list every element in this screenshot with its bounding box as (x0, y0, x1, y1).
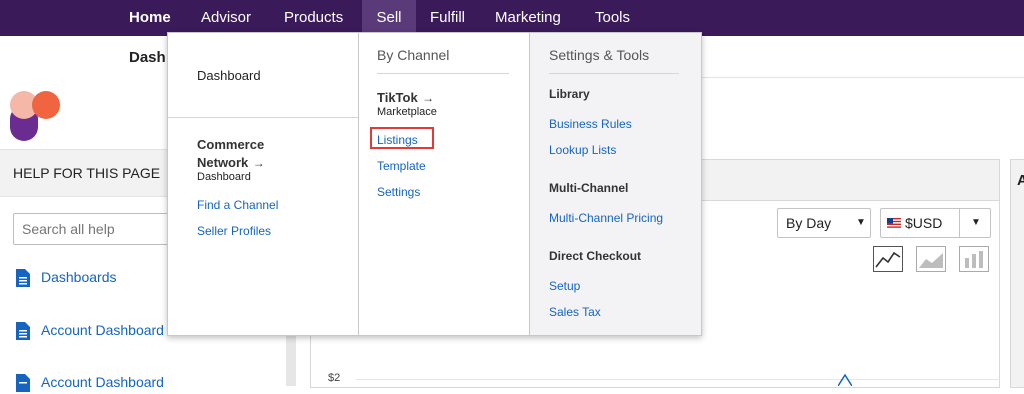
menu-divider (549, 73, 679, 74)
menu-business-rules-link[interactable]: Business Rules (549, 117, 632, 131)
document-icon (16, 322, 30, 340)
chart-y-tick-label: $2 (328, 372, 341, 384)
menu-divider (377, 73, 509, 74)
period-select-value: By Day (786, 215, 832, 231)
bar-chart-icon[interactable] (959, 246, 989, 272)
currency-select[interactable]: $USD ▼ (880, 208, 991, 238)
menu-dashboard-link[interactable]: Dashboard (197, 68, 261, 83)
menu-template-link[interactable]: Template (377, 159, 426, 173)
select-divider (959, 209, 960, 237)
tiktok-subtitle: Marketplace (377, 106, 437, 118)
by-channel-heading: By Channel (377, 47, 450, 63)
area-chart-icon[interactable] (916, 246, 946, 272)
nav-sell[interactable]: Sell (362, 0, 416, 36)
nav-fulfill[interactable]: Fulfill (430, 0, 465, 36)
tiktok-title: TikTok (377, 90, 418, 105)
arrow-right-icon: → (252, 156, 265, 170)
help-link-label: Account Dashboard (41, 374, 164, 390)
side-panel: A (1010, 159, 1024, 388)
help-link-label: Account Dashboard (41, 322, 164, 338)
period-select[interactable]: By Day ▼ (777, 208, 871, 238)
menu-multichannel-pricing-link[interactable]: Multi-Channel Pricing (549, 211, 663, 225)
menu-column-dashboard: Dashboard Commerce Network → Dashboard F… (168, 33, 359, 335)
document-icon (16, 374, 30, 392)
side-panel-title: A (1017, 172, 1024, 189)
nav-products[interactable]: Products (284, 0, 343, 36)
nav-marketing[interactable]: Marketing (495, 0, 561, 36)
us-flag-icon (887, 218, 901, 228)
top-navigation-bar: Home Advisor Products Sell Fulfill Marke… (0, 0, 1024, 36)
library-heading: Library (549, 87, 590, 101)
menu-column-by-channel: By Channel TikTok → Marketplace Listings… (359, 33, 530, 335)
menu-divider (168, 117, 358, 118)
commerce-network-link[interactable]: Commerce Network → (197, 136, 307, 172)
menu-column-settings-tools: Settings & Tools Library Business Rules … (530, 33, 701, 335)
chart-line-series (838, 374, 852, 386)
document-icon (16, 269, 30, 287)
currency-select-value: $USD (905, 215, 943, 231)
menu-lookup-lists-link[interactable]: Lookup Lists (549, 143, 616, 157)
multichannel-heading: Multi-Channel (549, 181, 629, 195)
brand-logo (10, 91, 60, 141)
chevron-down-icon: ▼ (856, 217, 866, 228)
menu-find-channel-link[interactable]: Find a Channel (197, 198, 278, 212)
nav-tools[interactable]: Tools (595, 0, 630, 36)
tiktok-channel-link[interactable]: TikTok → (377, 89, 434, 107)
direct-checkout-heading: Direct Checkout (549, 249, 642, 263)
menu-sales-tax-link[interactable]: Sales Tax (549, 305, 601, 319)
arrow-right-icon: → (422, 91, 435, 105)
nav-advisor[interactable]: Advisor (201, 0, 251, 36)
line-chart-icon[interactable] (873, 246, 903, 272)
help-title: HELP FOR THIS PAGE (13, 165, 161, 181)
chevron-down-icon: ▼ (971, 217, 981, 228)
settings-tools-heading: Settings & Tools (549, 47, 650, 63)
help-link-label: Dashboards (41, 269, 117, 285)
breadcrumb[interactable]: Dash (129, 49, 166, 66)
nav-home[interactable]: Home (129, 0, 171, 36)
menu-setup-link[interactable]: Setup (549, 279, 580, 293)
listings-highlight-box (370, 127, 434, 149)
menu-settings-link[interactable]: Settings (377, 185, 420, 199)
menu-seller-profiles-link[interactable]: Seller Profiles (197, 224, 271, 238)
commerce-network-subtitle: Dashboard (197, 171, 251, 183)
sell-mega-menu: Dashboard Commerce Network → Dashboard F… (167, 32, 702, 336)
chart-gridline (356, 379, 1000, 380)
